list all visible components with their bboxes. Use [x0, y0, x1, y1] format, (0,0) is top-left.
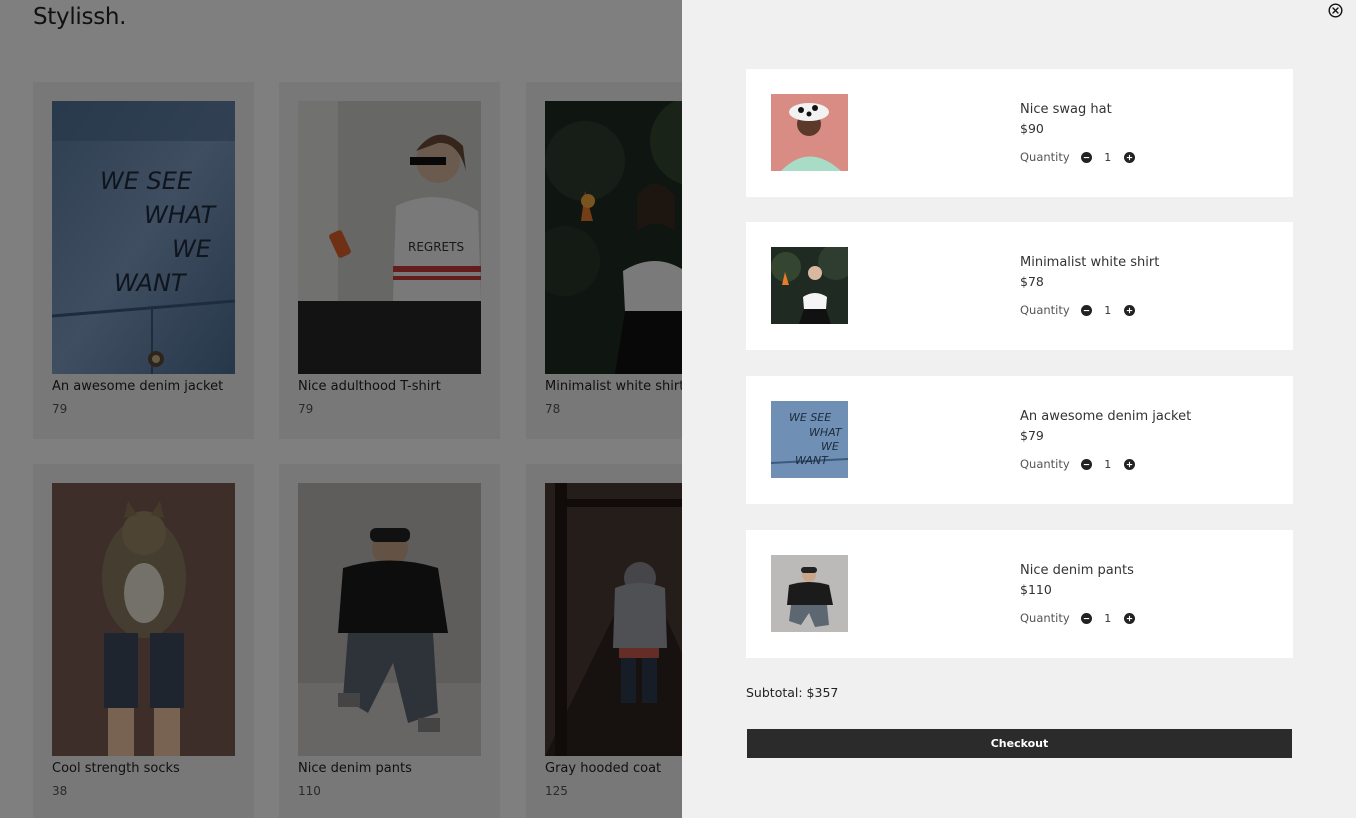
- cart-drawer: Nice swag hat $90 Quantity 1 Minimalist …: [682, 0, 1356, 818]
- page: Stylissh.: [0, 0, 1356, 818]
- quantity-label: Quantity: [1020, 457, 1070, 471]
- cart-item-image: [771, 94, 848, 171]
- quantity-value: 1: [1104, 611, 1112, 625]
- cart-item-price: $110: [1020, 582, 1052, 597]
- minus-circle-icon[interactable]: [1080, 151, 1092, 163]
- quantity-stepper: Quantity 1: [1020, 302, 1135, 318]
- cart-item: WE SEE WHAT WE WANT An awesome denim jac…: [746, 376, 1293, 504]
- quantity-label: Quantity: [1020, 611, 1070, 625]
- cart-item-image: [771, 555, 848, 632]
- cart-item-image: [771, 247, 848, 324]
- quantity-value: 1: [1104, 303, 1112, 317]
- plus-circle-icon[interactable]: [1123, 458, 1135, 470]
- cart-item-name[interactable]: An awesome denim jacket: [1020, 409, 1191, 424]
- cart-item-price: $90: [1020, 121, 1044, 136]
- backdrop-overlay[interactable]: [0, 0, 682, 818]
- jacket-print-line: WE: [821, 440, 839, 453]
- cart-item-image: WE SEE WHAT WE WANT: [771, 401, 848, 478]
- cart-item-price: $79: [1020, 428, 1044, 443]
- minus-circle-icon[interactable]: [1080, 612, 1092, 624]
- quantity-stepper: Quantity 1: [1020, 456, 1135, 472]
- quantity-stepper: Quantity 1: [1020, 610, 1135, 626]
- cart-item: Minimalist white shirt $78 Quantity 1: [746, 222, 1293, 350]
- jacket-print-line: WE SEE: [789, 411, 831, 424]
- cart-item-price: $78: [1020, 274, 1044, 289]
- close-icon[interactable]: [1328, 3, 1343, 18]
- cart-item-name[interactable]: Nice denim pants: [1020, 563, 1134, 578]
- plus-circle-icon[interactable]: [1123, 151, 1135, 163]
- cart-item: Nice swag hat $90 Quantity 1: [746, 69, 1293, 197]
- cart-item: Nice denim pants $110 Quantity 1: [746, 530, 1293, 658]
- minus-circle-icon[interactable]: [1080, 304, 1092, 316]
- jacket-print-line: WHAT: [809, 426, 843, 439]
- quantity-label: Quantity: [1020, 150, 1070, 164]
- quantity-value: 1: [1104, 150, 1112, 164]
- plus-circle-icon[interactable]: [1123, 612, 1135, 624]
- cart-item-name[interactable]: Minimalist white shirt: [1020, 255, 1159, 270]
- cart-item-name[interactable]: Nice swag hat: [1020, 102, 1112, 117]
- checkout-button[interactable]: Checkout: [747, 729, 1292, 758]
- quantity-stepper: Quantity 1: [1020, 149, 1135, 165]
- plus-circle-icon[interactable]: [1123, 304, 1135, 316]
- quantity-value: 1: [1104, 457, 1112, 471]
- cart-subtotal: Subtotal: $357: [746, 685, 839, 700]
- minus-circle-icon[interactable]: [1080, 458, 1092, 470]
- quantity-label: Quantity: [1020, 303, 1070, 317]
- jacket-print-line: WANT: [795, 454, 829, 467]
